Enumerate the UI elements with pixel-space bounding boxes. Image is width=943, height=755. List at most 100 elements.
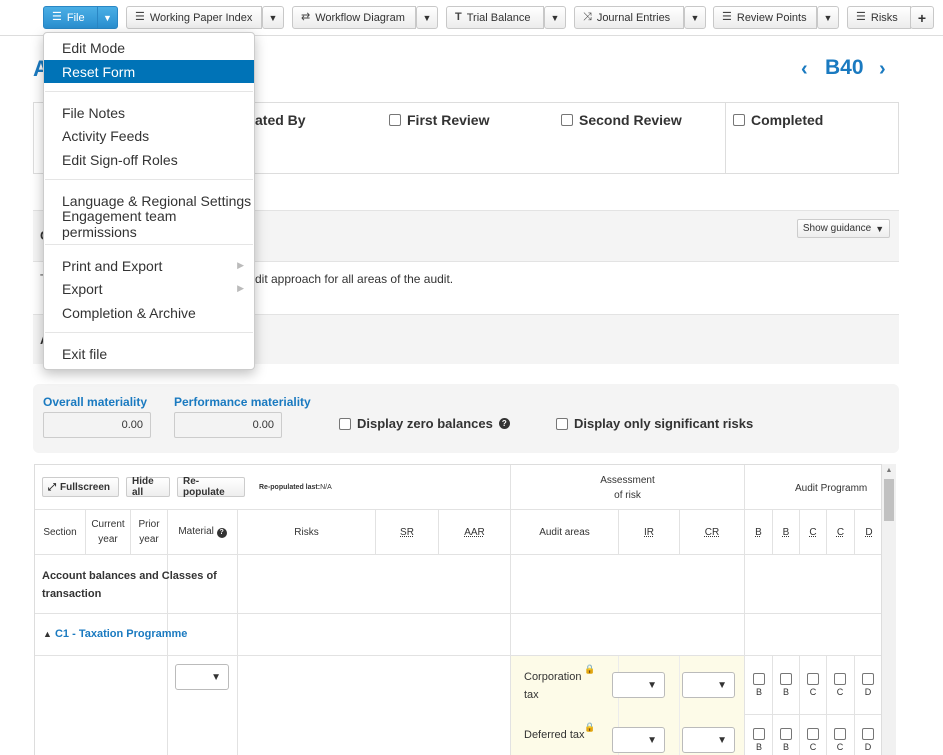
journal-entries-button[interactable]: ⤨ Journal Entries [574,6,684,29]
shuffle-icon: ⤨ [583,11,592,23]
trial-balance-button[interactable]: T Trial Balance [446,6,544,29]
list-icon: ☰ [722,11,732,23]
chevron-up-icon: ▲ [43,629,52,639]
next-page-icon[interactable]: › [879,58,886,81]
cr-col-header: CR [704,527,720,538]
journal-entries-dropdown[interactable]: ▼ [684,6,706,29]
ir-col-header: IR [644,527,654,538]
ir-select[interactable]: ▼ [612,727,665,753]
current-year-col-header: Current year [91,519,125,545]
prog-checkbox-b2[interactable]: B [778,728,794,752]
cr-select[interactable]: ▼ [682,672,735,698]
menu-edit-mode[interactable]: Edit Mode [44,36,254,59]
file-dropdown-toggle[interactable]: ▼ [97,6,118,29]
menu-reset-form[interactable]: Reset Form [44,60,254,83]
menu-edit-signoff-roles[interactable]: Edit Sign-off Roles [44,148,254,171]
audit-areas-col-header: Audit areas [539,527,590,538]
scroll-up-icon[interactable]: ▲ [882,464,896,478]
prog-checkbox-d[interactable]: D [860,673,876,697]
material-col-header: Material ? [168,524,237,539]
chevron-right-icon: ▶ [237,260,244,270]
risks-col-header: Risks [294,527,319,538]
performance-materiality-input[interactable]: 0.00 [174,412,282,438]
prepared-by-label: ated By [255,112,306,128]
workflow-diagram-dropdown[interactable]: ▼ [416,6,438,29]
file-button[interactable]: ☰ File [43,6,98,29]
working-paper-index-label: Working Paper Index [149,11,253,24]
menu-exit-file[interactable]: Exit file [44,342,254,365]
review-points-button[interactable]: ☰ Review Points [713,6,817,29]
prog-col-b1: B [755,527,762,538]
retweet-icon: ⇄ [301,11,311,23]
prog-checkbox-c1[interactable]: C [805,728,821,752]
programme-row-link[interactable]: ▲ C1 - Taxation Programme [43,628,187,640]
first-review-checkbox[interactable]: First Review [389,112,489,128]
hide-all-button[interactable]: Hide all [126,476,170,498]
prog-col-b2: B [782,527,790,538]
prog-checkbox-b1[interactable]: B [751,673,767,697]
help-icon: ? [498,418,510,429]
workflow-diagram-button[interactable]: ⇄ Workflow Diagram [292,6,416,29]
risks-label: Risks [870,11,898,24]
list-icon: ☰ [856,11,866,23]
file-label: File [66,11,85,24]
menu-print-export[interactable]: Print and Export ▶ [44,254,254,277]
scroll-thumb[interactable] [884,479,894,521]
page-code: B40 [825,56,864,79]
menu-team-permissions[interactable]: Engagement team permissions [44,208,254,240]
risks-button[interactable]: ☰ Risks [847,6,911,29]
prog-checkbox-b1[interactable]: B [751,728,767,752]
prior-year-col-header: Prior year [138,519,160,545]
prog-checkbox-c2[interactable]: C [832,673,848,697]
repopulated-status: Re-populated last:N/A [259,484,332,491]
prog-checkbox-c1[interactable]: C [805,673,821,697]
working-paper-index-button[interactable]: ☰ Working Paper Index [126,6,262,29]
repopulate-button[interactable]: Re-populate [177,476,245,498]
prog-col-c2: C [836,527,845,538]
material-select[interactable]: ▼ [175,664,229,690]
completed-checkbox[interactable]: Completed [733,112,823,128]
sr-col-header: SR [400,527,414,538]
menu-completion-archive[interactable]: Completion & Archive [44,301,254,324]
menu-file-notes[interactable]: File Notes [44,101,254,124]
prev-page-icon[interactable]: ‹ [801,58,808,81]
prog-checkbox-c2[interactable]: C [832,728,848,752]
display-significant-risks-checkbox[interactable]: Display only significant risks [556,416,753,431]
prog-checkbox-d[interactable]: D [860,728,876,752]
second-review-checkbox[interactable]: Second Review [561,112,682,128]
group-row-label: Account balances and Classes of transacti… [42,570,217,600]
review-points-dropdown[interactable]: ▼ [817,6,839,29]
overall-materiality-input[interactable]: 0.00 [43,412,151,438]
trial-balance-dropdown[interactable]: ▼ [544,6,566,29]
ir-select[interactable]: ▼ [612,672,665,698]
chevron-right-icon: ▶ [237,283,244,293]
aar-col-header: AAR [464,527,485,538]
assessment-header: Assessment of risk [600,475,655,501]
list-icon: ☰ [135,11,145,23]
display-zero-balances-checkbox[interactable]: Display zero balances ? [339,416,510,431]
overall-materiality-label: Overall materiality [43,395,148,409]
prog-checkbox-b2[interactable]: B [778,673,794,697]
file-menu: Edit Mode Reset Form File Notes Activity… [43,32,255,370]
show-guidance-button[interactable]: Show guidance ▼ [797,219,890,238]
workflow-diagram-label: Workflow Diagram [315,11,405,24]
lock-icon: 🔒 [584,664,596,674]
fullscreen-button[interactable]: ⤢ Fullscreen [42,477,119,497]
cr-select[interactable]: ▼ [682,727,735,753]
prog-col-d: D [865,527,873,538]
performance-materiality-label: Performance materiality [174,395,311,409]
list-icon: ☰ [52,11,62,23]
menu-activity-feeds[interactable]: Activity Feeds [44,124,254,147]
trial-balance-label: Trial Balance [466,11,531,24]
text-icon: T [455,11,462,23]
menu-export[interactable]: Export ▶ [44,277,254,300]
help-icon: ? [216,528,227,538]
chevron-down-icon: ▼ [875,223,885,234]
risk-table: ⤢ Fullscreen Hide all Re-populate Re-popu… [34,464,882,755]
table-scrollbar[interactable]: ▲ [882,464,896,755]
working-paper-index-dropdown[interactable]: ▼ [262,6,284,29]
audit-area-corporation-tax: Corporation tax [524,671,582,701]
lock-icon: 🔒 [584,722,596,732]
prog-col-c1: C [809,527,817,538]
add-button[interactable]: + [910,6,934,29]
